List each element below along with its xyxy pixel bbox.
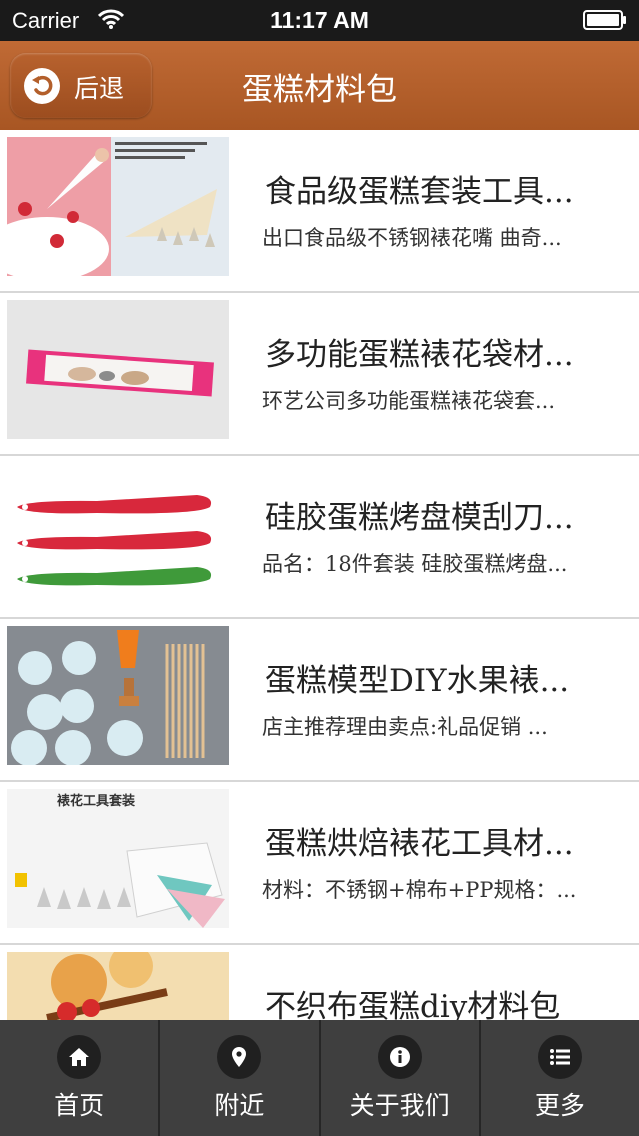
list-icon: [537, 1035, 582, 1079]
item-subtitle: 出口食品级不锈钢裱花嘴 曲奇...: [262, 226, 562, 250]
tab-more-label: 更多: [534, 1091, 585, 1120]
product-thumbnail: [7, 300, 229, 439]
info-icon: [377, 1035, 422, 1079]
item-title: 硅胶蛋糕烤盘模刮刀...: [265, 500, 574, 536]
page-title: 蛋糕材料包: [242, 72, 397, 108]
tab-home-label: 首页: [54, 1091, 105, 1120]
home-icon: [57, 1035, 102, 1079]
product-thumbnail: 裱花工具套装: [7, 789, 229, 928]
item-subtitle: 品名：18件套装 硅胶蛋糕烤盘...: [262, 552, 568, 576]
tab-bar: 首页 附近 关于我们 更多: [0, 1020, 639, 1136]
tab-more[interactable]: 更多: [481, 1020, 639, 1136]
product-thumbnail: [7, 626, 229, 765]
tab-about[interactable]: 关于我们: [321, 1020, 481, 1136]
location-pin-icon: [217, 1035, 262, 1079]
item-subtitle: 店主推荐理由卖点:礼品促销 ...: [262, 715, 548, 739]
list-item[interactable]: 蛋糕模型DIY水果裱... 店主推荐理由卖点:礼品促销 ...: [0, 619, 639, 782]
list-item[interactable]: 不织布蛋糕diy材料包: [0, 945, 639, 1020]
tab-about-label: 关于我们: [349, 1091, 450, 1120]
status-time: 11:17 AM: [270, 7, 369, 33]
navigation-bar: 后退 蛋糕材料包: [0, 41, 639, 130]
product-thumbnail: [7, 952, 229, 1020]
battery-icon: [583, 10, 626, 30]
item-title: 不织布蛋糕diy材料包: [265, 989, 561, 1020]
item-subtitle: 环艺公司多功能蛋糕裱花袋套...: [262, 389, 556, 413]
list-item[interactable]: 食品级蛋糕套装工具... 出口食品级不锈钢裱花嘴 曲奇...: [0, 130, 639, 293]
item-title: 蛋糕烘焙裱花工具材...: [265, 826, 574, 862]
tab-home[interactable]: 首页: [0, 1020, 161, 1136]
list-item[interactable]: 多功能蛋糕裱花袋材... 环艺公司多功能蛋糕裱花袋套...: [0, 293, 639, 456]
thumbnail-caption: 裱花工具套装: [57, 793, 135, 809]
product-list: 食品级蛋糕套装工具... 出口食品级不锈钢裱花嘴 曲奇... 多功能蛋糕裱花袋材…: [0, 130, 639, 1020]
list-item[interactable]: 裱花工具套装 蛋糕烘焙裱花工具材... 材料：不锈钢+棉布+PP规格：...: [0, 782, 639, 945]
list-item[interactable]: 硅胶蛋糕烤盘模刮刀... 品名：18件套装 硅胶蛋糕烤盘...: [0, 456, 639, 619]
product-thumbnail: [7, 137, 229, 276]
item-subtitle: 材料：不锈钢+棉布+PP规格：...: [262, 878, 577, 902]
item-title: 食品级蛋糕套装工具...: [265, 174, 574, 210]
product-thumbnail: [7, 463, 229, 602]
tab-nearby[interactable]: 附近: [160, 1020, 321, 1136]
status-bar: Carrier 11:17 AM: [0, 0, 639, 41]
item-title: 多功能蛋糕裱花袋材...: [265, 337, 574, 373]
item-title: 蛋糕模型DIY水果裱...: [265, 663, 570, 699]
tab-nearby-label: 附近: [214, 1091, 265, 1120]
